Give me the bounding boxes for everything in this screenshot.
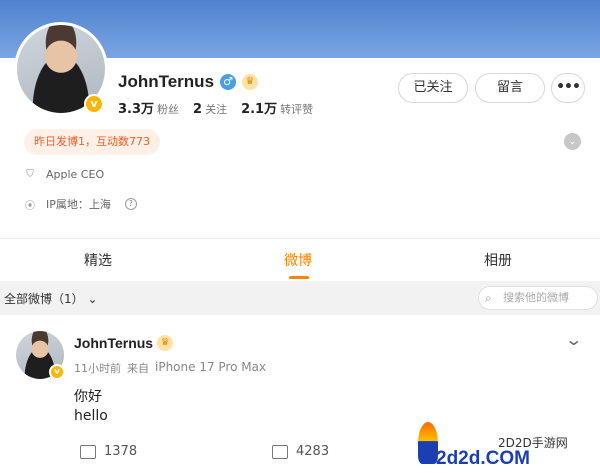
message-button[interactable]: 留言 xyxy=(475,73,545,103)
vip-crown-icon: ♛ xyxy=(157,335,174,351)
post-menu-chevron-icon[interactable]: ⌄ xyxy=(564,330,583,349)
help-icon[interactable]: ? xyxy=(124,198,137,210)
chevron-down-icon: ⌄ xyxy=(87,292,98,306)
post-meta: 11小时前 来自 iPhone 17 Pro Max xyxy=(74,360,266,376)
profile-name-row: JohnTernus ♂ ♛ xyxy=(118,72,259,92)
all-posts-filter[interactable]: 全部微博（1） ⌄ xyxy=(4,290,98,307)
expand-profile-icon[interactable]: ⌄ xyxy=(564,133,581,150)
post-author[interactable]: JohnTernus xyxy=(74,335,153,351)
ip-location: IP属地：上海 xyxy=(46,198,111,211)
comment-icon xyxy=(272,444,288,459)
ip-location-row: ⦿ IP属地：上海 ? xyxy=(24,196,137,212)
post-avatar[interactable]: v xyxy=(16,331,65,380)
activity-badge: 昨日发博1，互动数773 xyxy=(24,129,160,155)
stat-following[interactable]: 2 关注 xyxy=(193,98,227,117)
vip-crown-icon: ♛ xyxy=(242,74,259,90)
tab-album[interactable]: 相册 xyxy=(484,250,512,270)
profile-stats: 3.3万 粉丝 2 关注 2.1万 转评赞 xyxy=(118,98,313,117)
profile-name: JohnTernus xyxy=(118,72,215,91)
tab-featured[interactable]: 精选 xyxy=(84,250,112,270)
post-source-prefix: 来自 xyxy=(127,362,149,375)
search-icon: ⌕ xyxy=(485,291,492,305)
ip-icon: ⦿ xyxy=(25,200,35,212)
site-watermark: 2D2D手游网 2d2d.COM xyxy=(414,420,600,473)
followed-button[interactable]: 已关注 xyxy=(398,73,468,103)
post-device: iPhone 17 Pro Max xyxy=(155,360,267,374)
post-time[interactable]: 11小时前 xyxy=(74,360,121,376)
filter-bar: 全部微博（1） ⌄ ⌕ 搜索他的微博 xyxy=(0,281,600,315)
profile-title-row: ⛉ Apple CEO xyxy=(24,168,104,181)
stat-interactions[interactable]: 2.1万 转评赞 xyxy=(241,98,313,117)
torch-logo-icon xyxy=(418,422,438,464)
repost-count: 1378 xyxy=(104,444,138,459)
profile-avatar[interactable]: v xyxy=(14,22,108,116)
comment-count: 4283 xyxy=(296,444,330,459)
male-gender-icon: ♂ xyxy=(220,74,237,90)
more-options-button[interactable]: ••• xyxy=(551,73,585,103)
verified-icon: v xyxy=(84,94,104,114)
post-author-row: JohnTernus ♛ xyxy=(74,335,174,351)
comment-button[interactable]: 4283 xyxy=(272,444,329,459)
search-posts-input[interactable]: ⌕ 搜索他的微博 xyxy=(478,286,598,310)
repost-button[interactable]: 1378 xyxy=(80,444,137,459)
stat-followers[interactable]: 3.3万 粉丝 xyxy=(118,98,179,117)
repost-icon xyxy=(80,444,96,459)
post-text-line: hello xyxy=(74,408,108,424)
post-text-line: 你好 xyxy=(74,389,102,405)
active-tab-indicator xyxy=(289,276,309,279)
watermark-domain: 2d2d.COM xyxy=(436,448,530,469)
verified-icon: v xyxy=(49,364,65,380)
divider xyxy=(0,238,600,239)
tab-weibo[interactable]: 微博 xyxy=(284,250,312,270)
profile-tabs: 精选 微博 相册 xyxy=(0,240,600,280)
shield-icon: ⛉ xyxy=(26,169,34,180)
profile-title: Apple CEO xyxy=(46,168,105,181)
